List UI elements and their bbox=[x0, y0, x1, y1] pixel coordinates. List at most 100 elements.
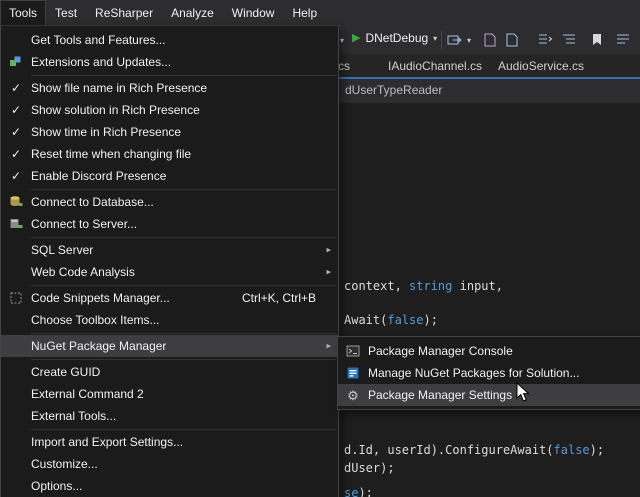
menubar-item-resharper[interactable]: ReSharper bbox=[86, 0, 162, 25]
submenu-arrow-icon: ▸ bbox=[326, 267, 331, 278]
menubar-item-label: Test bbox=[55, 6, 77, 20]
menu-item-label: Show time in Rich Presence bbox=[31, 125, 338, 139]
checkmark-icon: ✓ bbox=[11, 126, 21, 138]
menu-separator bbox=[31, 333, 336, 334]
dropdown-caret-icon[interactable]: ▾ bbox=[340, 36, 344, 45]
code-line: se); bbox=[344, 486, 373, 497]
menu-item-label: Import and Export Settings... bbox=[31, 435, 338, 449]
menubar-item-window[interactable]: Window bbox=[223, 0, 284, 25]
attach-to-process-icon[interactable] bbox=[447, 33, 464, 47]
menu-item-label: Package Manager Settings bbox=[368, 388, 640, 402]
menu-item-connect-to-database[interactable]: Connect to Database... bbox=[1, 191, 338, 213]
menu-item-label: Create GUID bbox=[31, 365, 338, 379]
menu-item-label: Choose Toolbox Items... bbox=[31, 313, 338, 327]
menu-item-label: Reset time when changing file bbox=[31, 147, 338, 161]
nuget-submenu: Package Manager Console Manage NuGet Pac… bbox=[337, 336, 640, 410]
menu-item-reset-time-when-changing-file[interactable]: ✓ Reset time when changing file bbox=[1, 143, 338, 165]
menu-item-create-guid[interactable]: Create GUID bbox=[1, 361, 338, 383]
database-icon bbox=[9, 195, 23, 209]
debug-target-caret-icon: ▾ bbox=[433, 34, 437, 43]
tools-menu: Get Tools and Features... Extensions and… bbox=[0, 25, 339, 497]
checkmark-icon: ✓ bbox=[11, 148, 21, 160]
code-line: d.Id, userId).ConfigureAwait(false); bbox=[344, 443, 604, 457]
menu-bar: Tools Test ReSharper Analyze Window Help bbox=[0, 0, 640, 25]
tab-label: AudioService.cs bbox=[498, 59, 584, 73]
start-debug-button[interactable]: ▶ DNetDebug ▾ bbox=[352, 31, 437, 45]
menu-item-extensions-and-updates[interactable]: Extensions and Updates... bbox=[1, 51, 338, 73]
menu-item-enable-discord-presence[interactable]: ✓ Enable Discord Presence bbox=[1, 165, 338, 187]
menu-item-show-time-rich-presence[interactable]: ✓ Show time in Rich Presence bbox=[1, 121, 338, 143]
menu-item-import-export-settings[interactable]: Import and Export Settings... bbox=[1, 431, 338, 453]
menu-item-package-manager-settings[interactable]: ⚙ Package Manager Settings bbox=[338, 384, 640, 406]
attach-caret-icon[interactable]: ▾ bbox=[467, 36, 471, 45]
menubar-item-test[interactable]: Test bbox=[46, 0, 86, 25]
menu-item-customize[interactable]: Customize... bbox=[1, 453, 338, 475]
menu-item-label: Customize... bbox=[31, 457, 338, 471]
menu-item-shortcut: Ctrl+K, Ctrl+B bbox=[242, 291, 316, 305]
line-list-icon[interactable] bbox=[538, 33, 553, 45]
menu-item-label: SQL Server bbox=[31, 243, 338, 257]
tab-label: IAudioChannel.cs bbox=[388, 59, 482, 73]
menu-item-get-tools-and-features[interactable]: Get Tools and Features... bbox=[1, 29, 338, 51]
menu-item-sql-server[interactable]: SQL Server ▸ bbox=[1, 239, 338, 261]
menu-item-web-code-analysis[interactable]: Web Code Analysis ▸ bbox=[1, 261, 338, 283]
menubar-item-tools[interactable]: Tools bbox=[0, 0, 46, 25]
submenu-arrow-icon: ▸ bbox=[326, 341, 331, 352]
menu-item-external-tools[interactable]: External Tools... bbox=[1, 405, 338, 427]
menu-item-label: Connect to Database... bbox=[31, 195, 338, 209]
tab-iaudiochannel[interactable]: IAudioChannel.cs bbox=[388, 54, 482, 77]
menu-separator bbox=[31, 359, 336, 360]
menu-item-package-manager-console[interactable]: Package Manager Console bbox=[338, 340, 640, 362]
menu-item-label: Show file name in Rich Presence bbox=[31, 81, 338, 95]
tab-partial[interactable]: cs bbox=[338, 54, 350, 77]
menu-separator bbox=[31, 237, 336, 238]
menu-item-choose-toolbox-items[interactable]: Choose Toolbox Items... bbox=[1, 309, 338, 331]
submenu-arrow-icon: ▸ bbox=[326, 245, 331, 256]
navbar-symbol-dropdown[interactable]: dUserTypeReader bbox=[345, 83, 442, 97]
extensions-icon bbox=[9, 55, 23, 69]
console-icon bbox=[346, 344, 360, 358]
menu-item-manage-nuget-packages-solution[interactable]: Manage NuGet Packages for Solution... bbox=[338, 362, 640, 384]
bookmark-icon[interactable] bbox=[592, 33, 602, 46]
menu-separator bbox=[31, 429, 336, 430]
menu-item-label: Web Code Analysis bbox=[31, 265, 338, 279]
tab-audioservice[interactable]: AudioService.cs bbox=[498, 54, 584, 77]
gear-icon: ⚙ bbox=[347, 389, 359, 402]
menubar-item-label: ReSharper bbox=[95, 6, 153, 20]
play-icon: ▶ bbox=[352, 33, 360, 44]
menu-item-label: Extensions and Updates... bbox=[31, 55, 338, 69]
code-line: context, string input, bbox=[344, 279, 503, 293]
checkmark-icon: ✓ bbox=[11, 170, 21, 182]
toolbar-separator bbox=[441, 31, 442, 49]
tab-label: cs bbox=[338, 59, 350, 73]
menu-separator bbox=[31, 189, 336, 190]
vs-window: Tools Test ReSharper Analyze Window Help… bbox=[0, 0, 640, 497]
menu-item-label: Options... bbox=[31, 479, 338, 493]
menu-item-options[interactable]: Options... bbox=[1, 475, 338, 497]
menubar-item-help[interactable]: Help bbox=[283, 0, 326, 25]
menu-item-external-command-2[interactable]: External Command 2 bbox=[1, 383, 338, 405]
menu-item-label: Package Manager Console bbox=[368, 344, 640, 358]
code-line: Await(false); bbox=[344, 313, 438, 327]
outline-list-icon[interactable] bbox=[616, 33, 631, 45]
server-icon bbox=[9, 217, 23, 231]
menu-item-code-snippets-manager[interactable]: Code Snippets Manager... Ctrl+K, Ctrl+B bbox=[1, 287, 338, 309]
mouse-cursor bbox=[516, 382, 530, 403]
nuget-packages-icon bbox=[346, 366, 360, 380]
indent-list-icon[interactable] bbox=[562, 33, 577, 45]
menu-separator bbox=[31, 285, 336, 286]
menu-item-connect-to-server[interactable]: Connect to Server... bbox=[1, 213, 338, 235]
menu-item-label: Show solution in Rich Presence bbox=[31, 103, 338, 117]
menu-item-nuget-package-manager[interactable]: NuGet Package Manager ▸ bbox=[1, 335, 338, 357]
menubar-item-label: Tools bbox=[9, 6, 37, 20]
debug-target-label: DNetDebug bbox=[365, 31, 428, 45]
menu-item-show-file-name-rich-presence[interactable]: ✓ Show file name in Rich Presence bbox=[1, 77, 338, 99]
menubar-item-analyze[interactable]: Analyze bbox=[162, 0, 223, 25]
menu-item-label: External Tools... bbox=[31, 409, 338, 423]
menubar-item-label: Window bbox=[232, 6, 275, 20]
menubar-item-label: Help bbox=[292, 6, 317, 20]
checkmark-icon: ✓ bbox=[11, 104, 21, 116]
new-document-icon[interactable] bbox=[484, 33, 496, 47]
add-document-icon[interactable] bbox=[506, 33, 518, 47]
menu-item-show-solution-rich-presence[interactable]: ✓ Show solution in Rich Presence bbox=[1, 99, 338, 121]
